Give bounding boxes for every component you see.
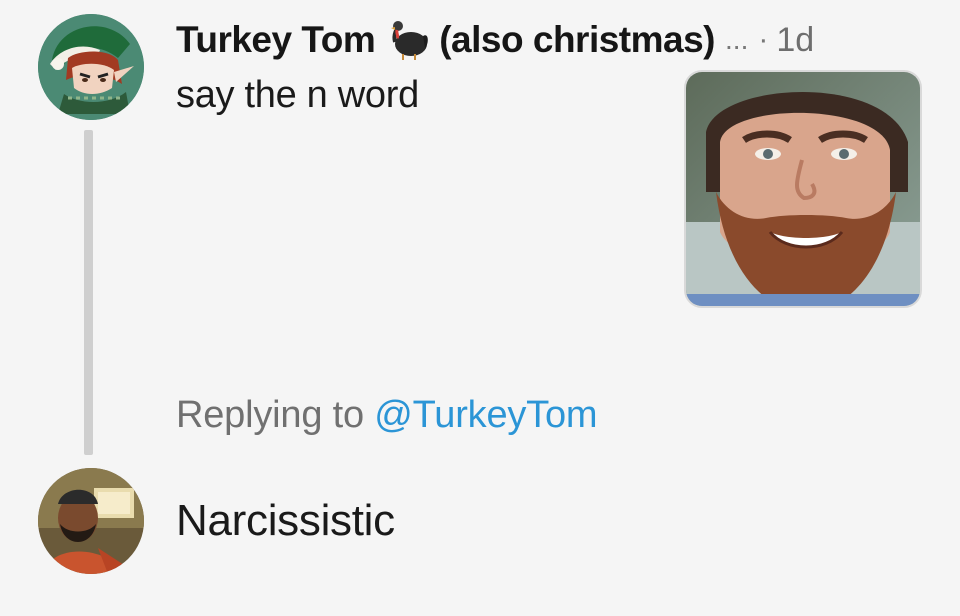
author-display-name[interactable]: Turkey Tom bbox=[176, 19, 376, 61]
tweet-header: Turkey Tom (also christmas) ... · 1d bbox=[176, 16, 814, 64]
bearded-man-photo-icon bbox=[686, 72, 920, 306]
replying-to-context: Replying to @TurkeyTom bbox=[176, 394, 598, 437]
user-photo-avatar-icon bbox=[38, 468, 144, 574]
original-tweet-text: say the n word bbox=[176, 74, 419, 116]
replying-to-mention-link[interactable]: @TurkeyTom bbox=[374, 394, 597, 436]
elf-avatar-icon bbox=[38, 14, 144, 120]
thread-connector-line bbox=[84, 130, 93, 455]
reply-author-avatar[interactable] bbox=[38, 468, 144, 574]
tweet-timestamp[interactable]: 1d bbox=[776, 21, 814, 60]
reply-tweet-text: Narcissistic bbox=[176, 496, 395, 545]
original-author-avatar[interactable] bbox=[38, 14, 144, 120]
replying-to-prefix: Replying to bbox=[176, 394, 364, 436]
author-name-suffix: (also christmas) bbox=[439, 19, 716, 60]
reply-thread: Turkey Tom (also christmas) ... · 1d say… bbox=[0, 0, 960, 616]
header-separator: · bbox=[758, 23, 769, 56]
name-truncation-ellipsis: ... bbox=[725, 24, 749, 55]
tweet-media-image[interactable] bbox=[684, 70, 922, 308]
turkey-icon bbox=[383, 20, 431, 60]
